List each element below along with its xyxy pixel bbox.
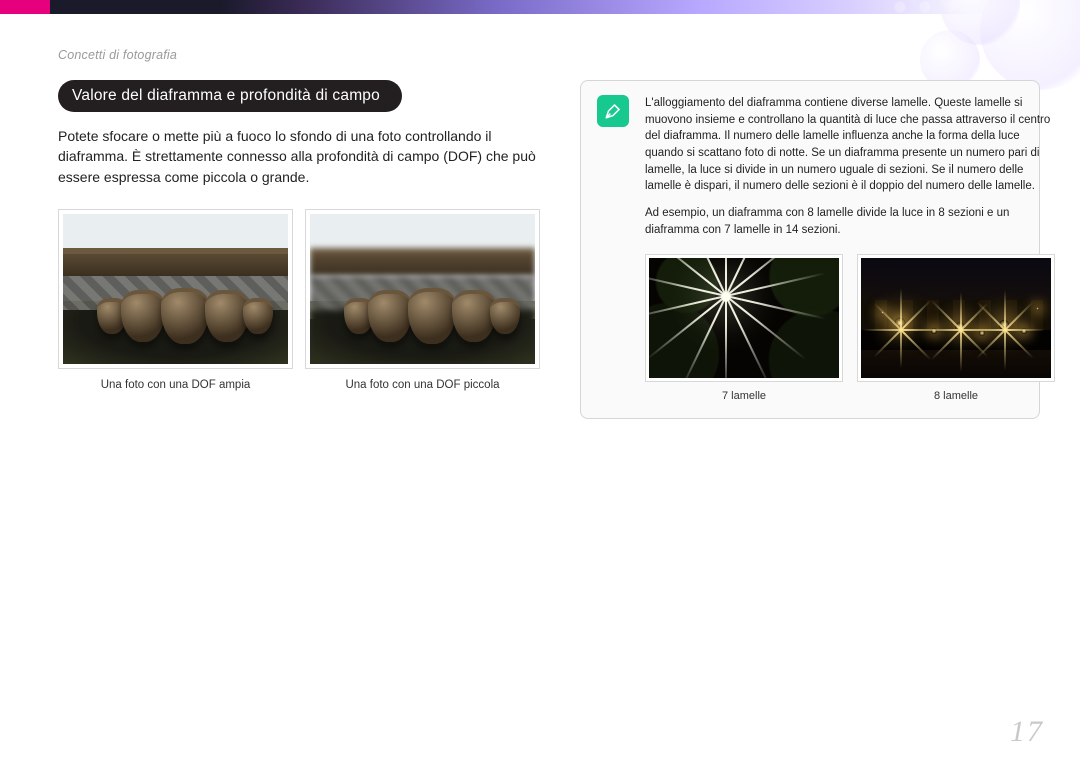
section-heading: Valore del diaframma e profondità di cam… xyxy=(58,80,402,112)
page-number: 17 xyxy=(1010,715,1044,749)
blade-figure-row: 7 lamelle xyxy=(645,254,1055,402)
dof-shallow-figure: Una foto con una DOF piccola xyxy=(305,209,540,391)
image-frame xyxy=(58,209,293,369)
section-body-text: Potete sfocare o mette più a fuoco lo sf… xyxy=(58,126,540,187)
info-paragraph: Ad esempio, un diaframma con 8 lamelle d… xyxy=(645,205,1055,238)
info-paragraph: L'alloggiamento del diaframma contiene d… xyxy=(645,95,1055,195)
dof-shallow-image xyxy=(310,214,535,364)
dof-wide-image xyxy=(63,214,288,364)
image-frame xyxy=(857,254,1055,382)
pen-icon xyxy=(597,95,629,127)
info-panel: L'alloggiamento del diaframma contiene d… xyxy=(580,80,1040,419)
seven-blade-figure: 7 lamelle xyxy=(645,254,843,402)
eight-blade-figure: 8 lamelle xyxy=(857,254,1055,402)
figure-caption: Una foto con una DOF ampia xyxy=(101,379,251,391)
breadcrumb: Concetti di fotografia xyxy=(58,48,177,62)
eight-blade-image xyxy=(861,258,1051,378)
seven-blade-image xyxy=(649,258,839,378)
figure-caption: Una foto con una DOF piccola xyxy=(345,379,499,391)
header-gradient-bar xyxy=(0,0,1080,14)
right-column: L'alloggiamento del diaframma contiene d… xyxy=(580,80,1040,419)
image-frame xyxy=(645,254,843,382)
left-column: Valore del diaframma e profondità di cam… xyxy=(58,80,540,419)
dof-wide-figure: Una foto con una DOF ampia xyxy=(58,209,293,391)
figure-caption: 7 lamelle xyxy=(645,390,843,402)
header-dots xyxy=(880,0,1080,14)
figure-caption: 8 lamelle xyxy=(857,390,1055,402)
page-content: Valore del diaframma e profondità di cam… xyxy=(58,80,1038,419)
image-frame xyxy=(305,209,540,369)
dof-figure-row: Una foto con una DOF ampia Una foto con … xyxy=(58,209,540,391)
info-text: L'alloggiamento del diaframma contiene d… xyxy=(645,95,1055,238)
